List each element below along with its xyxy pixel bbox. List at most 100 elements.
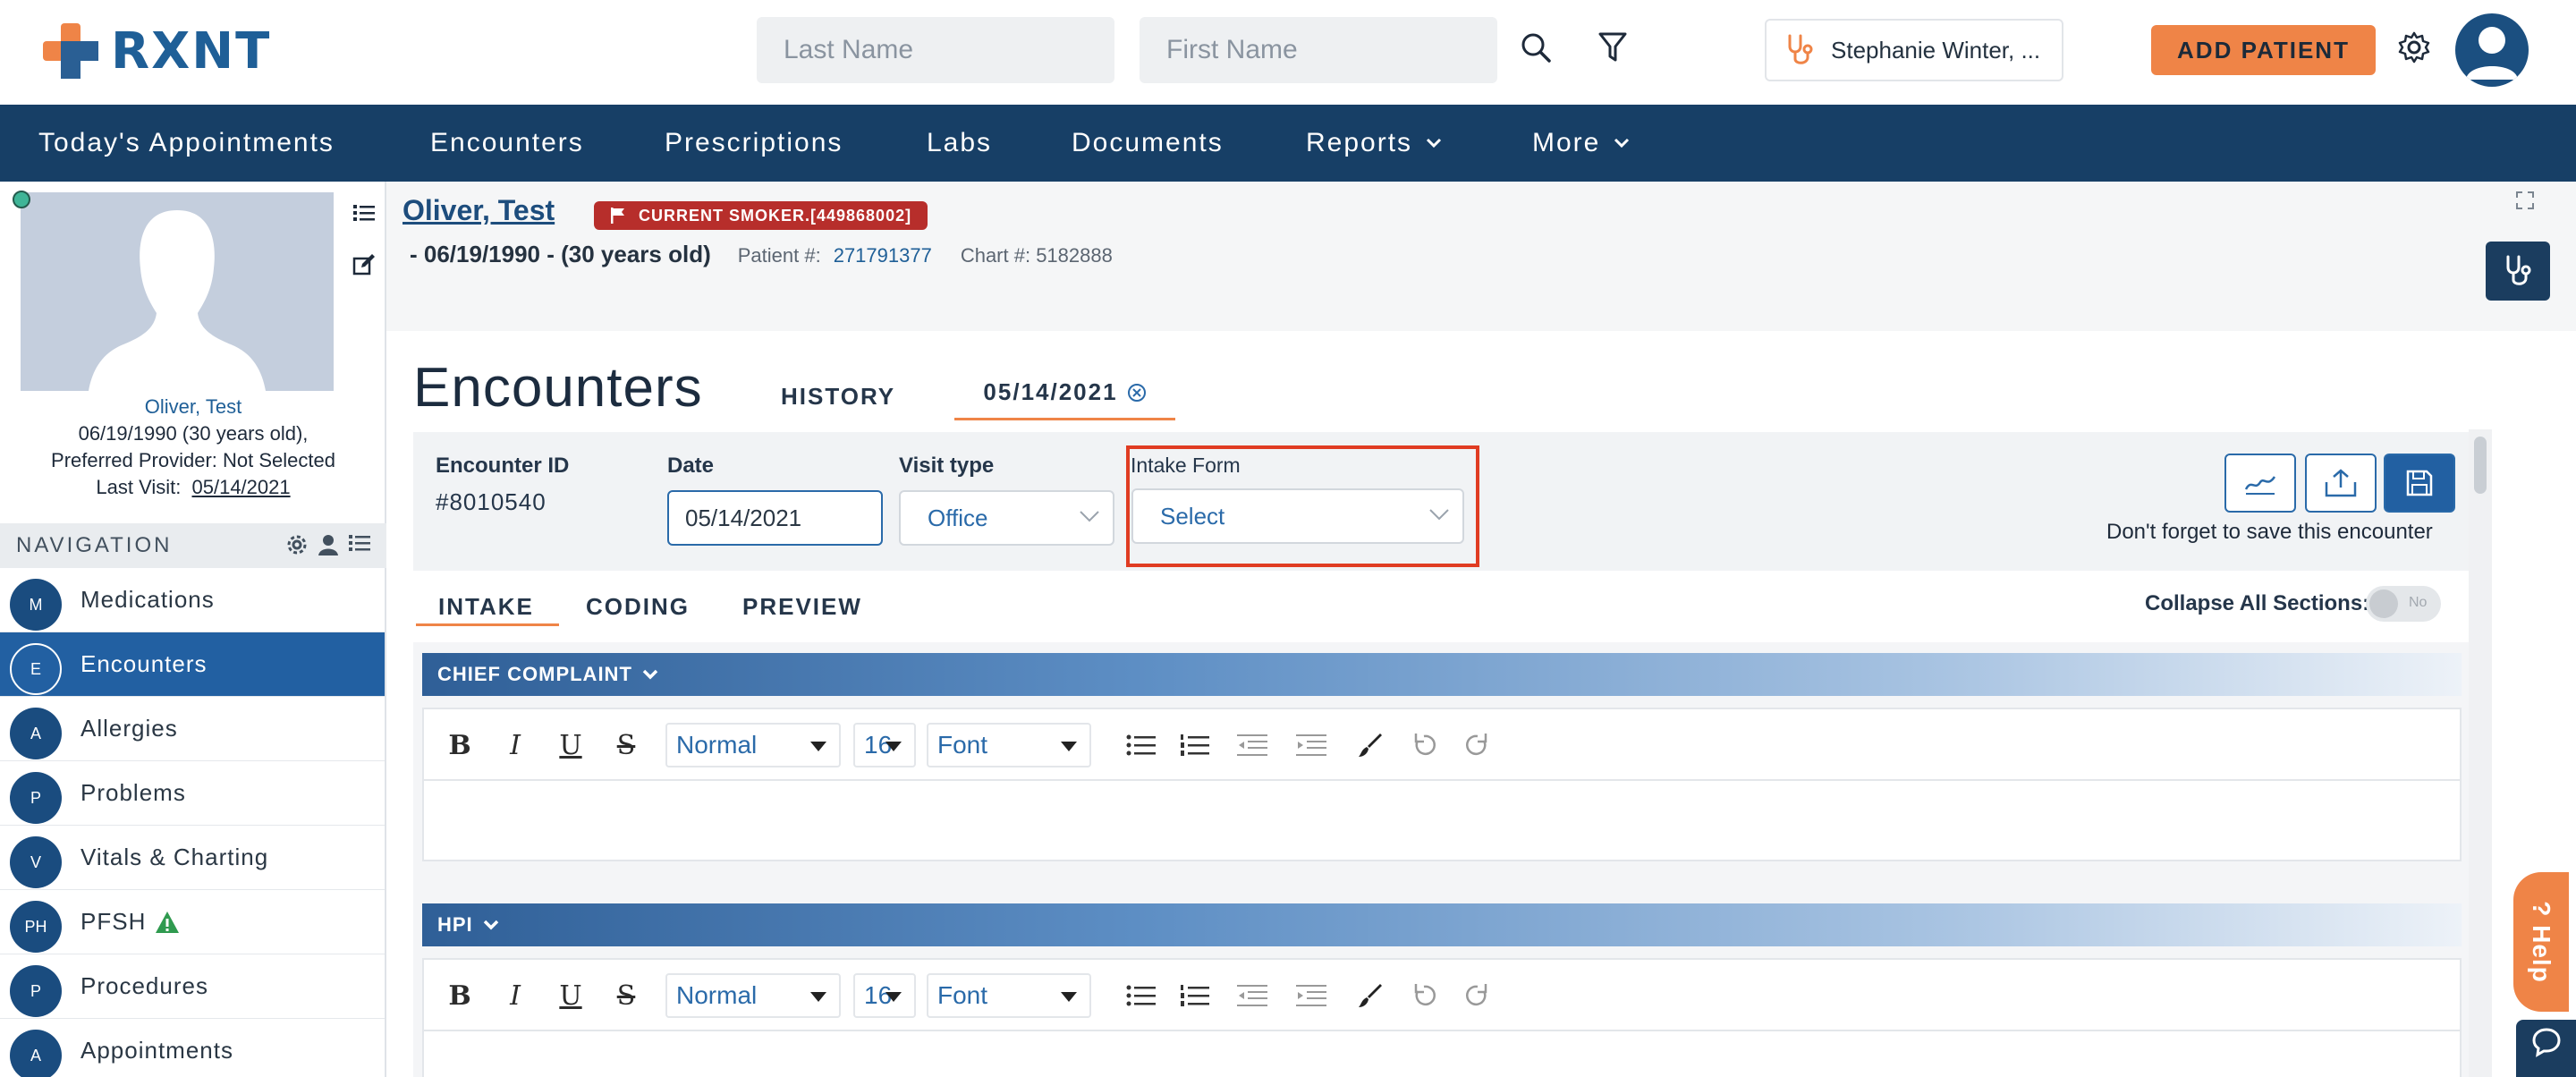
tab-encounter-date[interactable]: 05/14/2021	[954, 367, 1175, 420]
sign-button[interactable]	[2224, 454, 2296, 513]
visit-type-select[interactable]: Office	[899, 490, 1114, 546]
expand-icon[interactable]	[2515, 191, 2535, 215]
numbered-list-icon[interactable]	[1175, 976, 1215, 1015]
date-input[interactable]: 05/14/2021	[667, 490, 883, 546]
redo-icon[interactable]	[1458, 725, 1497, 765]
user-avatar-icon[interactable]	[2455, 13, 2529, 87]
section-hpi-header[interactable]: HPI	[422, 903, 2462, 946]
sidebar-item-label: Appointments	[80, 1037, 233, 1064]
strike-button[interactable]: S	[606, 976, 646, 1015]
patient-number[interactable]: 271791377	[834, 244, 932, 267]
patient-card-name[interactable]: Oliver, Test	[0, 395, 386, 419]
navigation-title: NAVIGATION	[16, 533, 173, 557]
sidebar-item-problems[interactable]: P Problems	[0, 761, 385, 826]
patient-meta: - 06/19/1990 - (30 years old) Patient #:…	[410, 241, 1113, 268]
sidebar-item-encounters[interactable]: E Encounters	[0, 632, 385, 697]
close-circle-icon[interactable]	[1127, 383, 1147, 403]
redo-icon[interactable]	[1458, 976, 1497, 1015]
provider-selector[interactable]: Stephanie Winter, ...	[1765, 19, 2063, 81]
undo-icon[interactable]	[1404, 976, 1444, 1015]
help-button[interactable]: ? Help	[2513, 872, 2569, 1012]
help-label: ? Help	[2528, 901, 2555, 983]
gear-icon[interactable]	[286, 534, 308, 555]
style-select[interactable]: Normal	[665, 973, 841, 1018]
content-scrollbar[interactable]	[2469, 429, 2492, 1077]
scrollbar-thumb[interactable]	[2474, 437, 2487, 494]
signature-icon	[2244, 476, 2276, 495]
patient-card-provider: Preferred Provider: Not Selected	[51, 449, 335, 471]
indent-icon[interactable]	[1292, 725, 1331, 765]
patient-name-link[interactable]: Oliver, Test	[402, 194, 555, 227]
first-name-input[interactable]: First Name	[1140, 17, 1497, 83]
patient-dob: - 06/19/1990 - (30 years old)	[410, 241, 711, 267]
section-chief-complaint-header[interactable]: CHIEF COMPLAINT	[422, 653, 2462, 696]
export-button[interactable]	[2305, 454, 2377, 513]
sidebar-item-allergies[interactable]: A Allergies	[0, 697, 385, 761]
stethoscope-button[interactable]	[2486, 242, 2550, 301]
underline-button[interactable]: U	[551, 976, 590, 1015]
size-select[interactable]: 16	[853, 723, 916, 767]
last-visit-date[interactable]: 05/14/2021	[192, 476, 291, 498]
filter-icon[interactable]	[1590, 25, 1635, 70]
nav-reports[interactable]: Reports	[1306, 105, 1443, 182]
brush-icon[interactable]	[1351, 725, 1390, 765]
provider-name: Stephanie Winter, ...	[1831, 36, 2041, 64]
font-select[interactable]: Font	[927, 723, 1091, 767]
save-button[interactable]	[2384, 454, 2455, 513]
outdent-icon[interactable]	[1233, 725, 1272, 765]
edit-icon[interactable]	[351, 251, 377, 278]
tab-history[interactable]: HISTORY	[781, 383, 895, 411]
gear-icon[interactable]	[2392, 25, 2436, 70]
chief-complaint-editor[interactable]: B I U S Normal 16 Font	[422, 708, 2462, 861]
tab-intake[interactable]: INTAKE	[438, 593, 534, 621]
flag-icon	[611, 208, 624, 224]
nav-documents[interactable]: Documents	[1072, 105, 1224, 182]
italic-button[interactable]: I	[496, 725, 535, 765]
editor-toolbar: B I U S Normal 16 Font	[424, 709, 2460, 781]
last-name-input[interactable]: Last Name	[757, 17, 1114, 83]
tab-preview[interactable]: PREVIEW	[742, 593, 862, 621]
nav-reports-label: Reports	[1306, 128, 1413, 157]
chat-button[interactable]	[2516, 1020, 2576, 1077]
nav-labs[interactable]: Labs	[927, 105, 992, 182]
person-icon[interactable]	[318, 534, 338, 555]
brush-icon[interactable]	[1351, 976, 1390, 1015]
sidebar-item-procedures[interactable]: P Procedures	[0, 954, 385, 1019]
sidebar-item-medications[interactable]: M Medications	[0, 568, 385, 632]
underline-button[interactable]: U	[551, 725, 590, 765]
outdent-icon[interactable]	[1233, 976, 1272, 1015]
strike-button[interactable]: S	[606, 725, 646, 765]
tab-coding[interactable]: CODING	[586, 593, 690, 621]
indent-icon[interactable]	[1292, 976, 1331, 1015]
nav-todays-appointments[interactable]: Today's Appointments	[38, 105, 335, 182]
search-icon[interactable]	[1513, 25, 1558, 70]
bold-button[interactable]: B	[440, 976, 479, 1015]
bullet-list-icon[interactable]	[1122, 976, 1161, 1015]
collapse-all-toggle[interactable]: No	[2366, 586, 2441, 622]
nav-prescriptions[interactable]: Prescriptions	[665, 105, 843, 182]
sidebar-item-pfsh[interactable]: PH PFSH	[0, 890, 385, 954]
bullet-list-icon[interactable]	[1122, 725, 1161, 765]
font-select[interactable]: Font	[927, 973, 1091, 1018]
nav-more[interactable]: More	[1532, 105, 1631, 182]
smoker-alert-badge[interactable]: CURRENT SMOKER.[449868002]	[594, 201, 928, 230]
undo-icon[interactable]	[1404, 725, 1444, 765]
bold-button[interactable]: B	[440, 725, 479, 765]
sidebar-item-vitals[interactable]: V Vitals & Charting	[0, 826, 385, 890]
online-status-dot	[13, 191, 30, 208]
chevron-down-icon	[642, 669, 658, 680]
rxnt-logo[interactable]: RXNT	[39, 20, 271, 82]
nav-encounters[interactable]: Encounters	[430, 105, 584, 182]
list-icon[interactable]	[349, 534, 370, 552]
patient-card-dob: 06/19/1990 (30 years old),	[78, 422, 309, 445]
style-select[interactable]: Normal	[665, 723, 841, 767]
sidebar-item-label: Allergies	[80, 715, 178, 742]
size-select[interactable]: 16	[853, 973, 916, 1018]
sidebar-item-label: Encounters	[80, 650, 208, 677]
numbered-list-icon[interactable]	[1175, 725, 1215, 765]
italic-button[interactable]: I	[496, 976, 535, 1015]
hpi-editor[interactable]: B I U S Normal 16 Font	[422, 958, 2462, 1077]
list-icon[interactable]	[351, 199, 377, 226]
add-patient-button[interactable]: ADD PATIENT	[2151, 25, 2376, 75]
sidebar-item-appointments[interactable]: A Appointments	[0, 1019, 385, 1077]
